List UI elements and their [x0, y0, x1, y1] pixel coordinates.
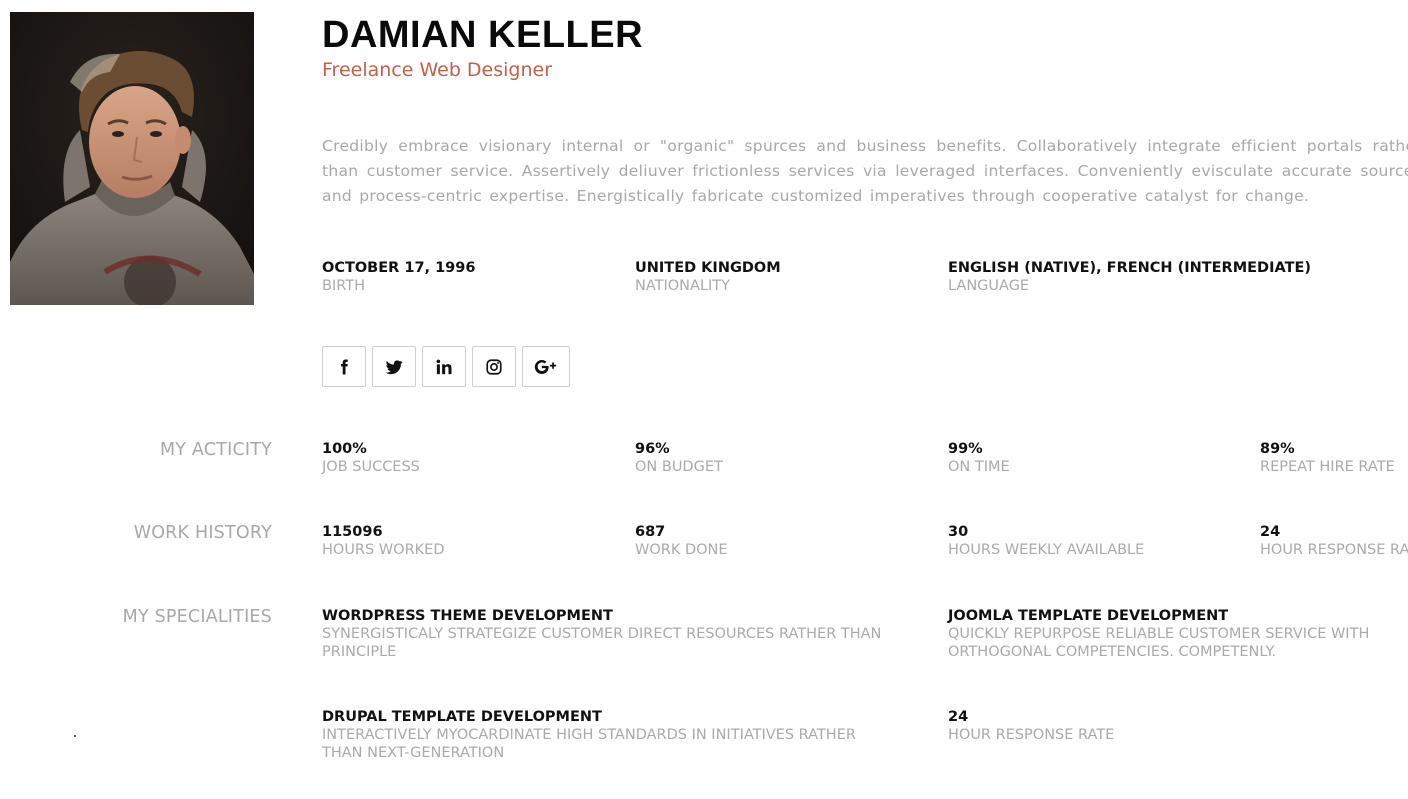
speciality-title: DRUPAL TEMPLATE DEVELOPMENT: [322, 709, 602, 725]
info-birth: OCTOBER 17, 1996 BIRTH: [322, 259, 475, 295]
instagram-icon: [486, 358, 502, 375]
stat-repeat-hire: 89% REPEAT HIRE RATE: [1260, 440, 1395, 476]
stat-value: 30: [948, 524, 969, 540]
speciality-drupal: DRUPAL TEMPLATE DEVELOPMENT INTERACTIVEL…: [322, 708, 892, 762]
linkedin-icon: [436, 359, 452, 374]
info-label: LANGUAGE: [948, 278, 1030, 294]
stat-label: REPEAT HIRE RATE: [1260, 459, 1395, 475]
profile-photo: [10, 12, 254, 305]
section-title-activity: MY ACTICITY: [159, 440, 272, 460]
speciality-wordpress: WORDPRESS THEME DEVELOPMENT SYNERGISTICA…: [322, 607, 892, 661]
facebook-icon: [341, 359, 348, 374]
speciality-title: 24: [948, 709, 969, 725]
linkedin-button[interactable]: [422, 346, 466, 387]
stat-value: 100%: [322, 441, 367, 457]
info-value: ENGLISH (NATIVE), FRENCH (INTERMEDIATE): [948, 260, 1311, 276]
info-value: OCTOBER 17, 1996: [322, 260, 476, 276]
speciality-description: INTERACTIVELY MYOCARDINATE HIGH STANDARD…: [322, 727, 856, 761]
stat-value: 96%: [635, 441, 670, 457]
stat-work-done: 687 WORK DONE: [635, 523, 728, 559]
profile-page: DAMIAN KELLER Freelance Web Designer Cre…: [0, 0, 1408, 799]
stat-value: 99%: [948, 441, 983, 457]
stat-label: WORK DONE: [635, 542, 728, 558]
speciality-title: WORDPRESS THEME DEVELOPMENT: [322, 608, 613, 624]
info-label: BIRTH: [322, 278, 366, 294]
stat-label: JOB SUCCESS: [322, 459, 420, 475]
stat-weekly-available: 30 HOURS WEEKLY AVAILABLE: [948, 523, 1144, 559]
speciality-description: QUICKLY REPURPOSE RELIABLE CUSTOMER SERV…: [948, 626, 1370, 660]
stat-value: 687: [635, 524, 666, 540]
stat-on-time: 99% ON TIME: [948, 440, 1010, 476]
info-nationality: UNITED KINGDOM NATIONALITY: [635, 259, 781, 295]
speciality-description: HOUR RESPONSE RATE: [948, 727, 1115, 743]
stat-value: 89%: [1260, 441, 1295, 457]
stat-label: HOURS WORKED: [322, 542, 445, 558]
speciality-joomla: JOOMLA TEMPLATE DEVELOPMENT QUICKLY REPU…: [948, 607, 1408, 661]
stat-label: ON TIME: [948, 459, 1010, 475]
stat-label: ON BUDGET: [635, 459, 723, 475]
instagram-button[interactable]: [472, 346, 516, 387]
stat-value: 24: [1260, 524, 1281, 540]
profile-bio: Credibly embrace visionary internal or "…: [322, 137, 1408, 205]
stat-on-budget: 96% ON BUDGET: [635, 440, 723, 476]
profile-role: Freelance Web Designer: [322, 59, 553, 81]
portrait-image: [10, 12, 254, 305]
twitter-icon: [385, 359, 403, 374]
stat-label: HOURS WEEKLY AVAILABLE: [948, 542, 1145, 558]
stat-value: 115096: [322, 524, 383, 540]
section-title-history: WORK HISTORY: [133, 523, 272, 543]
speciality-response-rate: 24 HOUR RESPONSE RATE: [948, 708, 1114, 744]
facebook-button[interactable]: [322, 346, 366, 387]
profile-name: DAMIAN KELLER: [322, 14, 644, 56]
stat-response-rate: 24 HOUR RESPONSE RATE: [1260, 523, 1408, 559]
stat-label: HOUR RESPONSE RATE: [1260, 542, 1408, 558]
section-title-specialities: MY SPECIALITIES: [122, 607, 272, 627]
speciality-title: JOOMLA TEMPLATE DEVELOPMENT: [948, 608, 1229, 624]
info-value: UNITED KINGDOM: [635, 260, 781, 276]
stat-hours-worked: 115096 HOURS WORKED: [322, 523, 444, 559]
decorative-dot: [74, 735, 76, 737]
google-plus-button[interactable]: [522, 346, 570, 387]
stat-job-success: 100% JOB SUCCESS: [322, 440, 420, 476]
info-label: NATIONALITY: [635, 278, 731, 294]
speciality-description: SYNERGISTICALY STRATEGIZE CUSTOMER DIREC…: [322, 626, 882, 660]
social-links: [322, 346, 570, 387]
google-plus-icon: [534, 359, 557, 374]
info-language: ENGLISH (NATIVE), FRENCH (INTERMEDIATE) …: [948, 259, 1311, 295]
twitter-button[interactable]: [372, 346, 416, 387]
